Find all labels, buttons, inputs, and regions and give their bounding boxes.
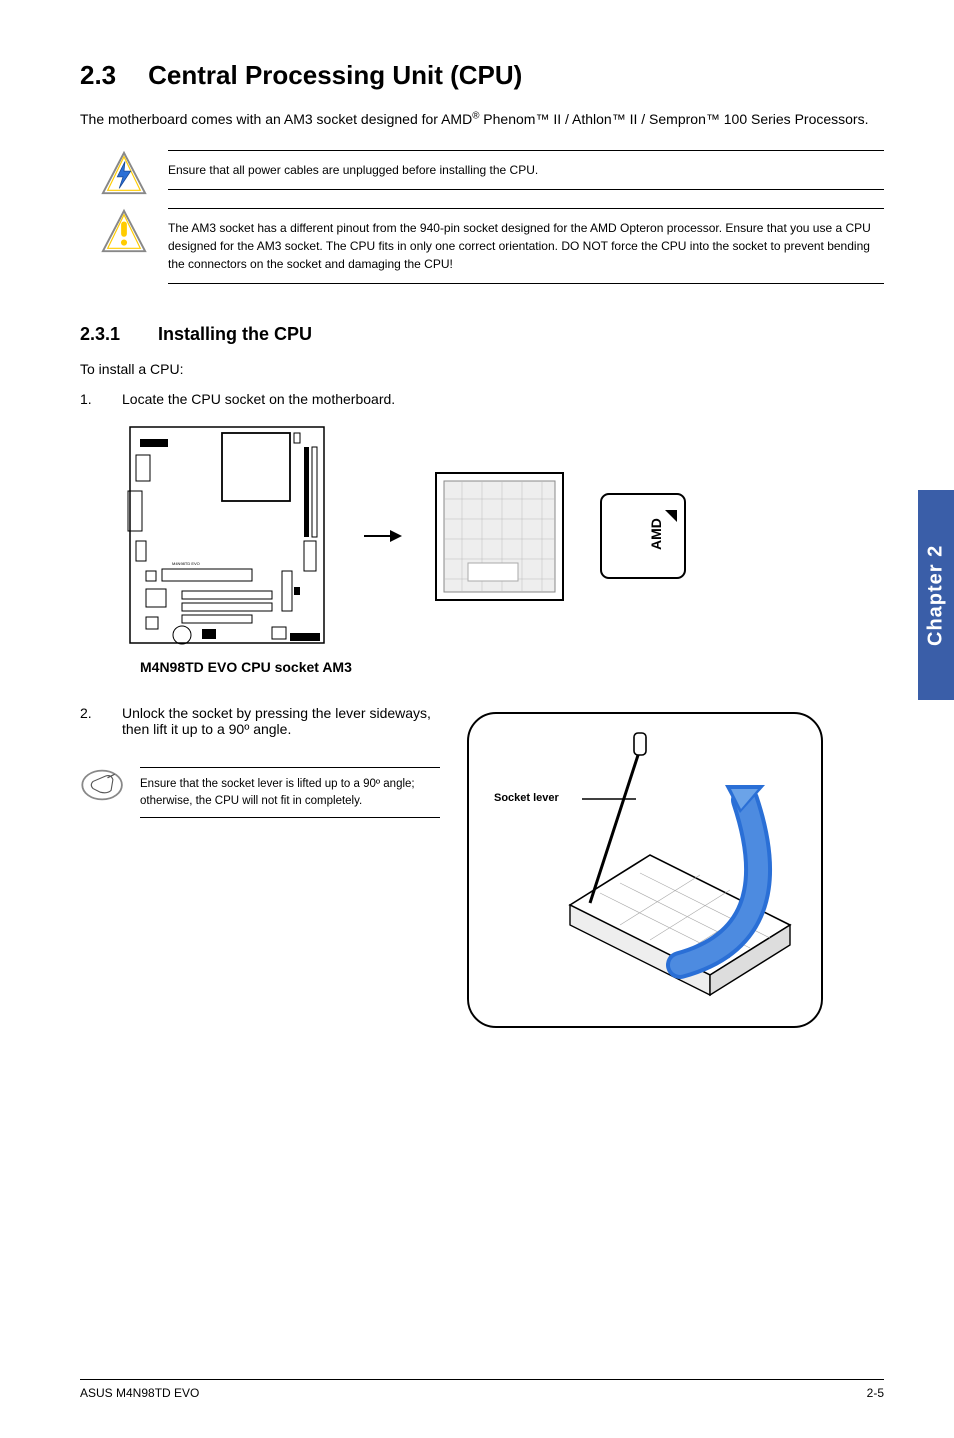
section-title: 2.3 Central Processing Unit (CPU): [80, 60, 884, 91]
svg-text:AMD: AMD: [648, 518, 664, 550]
page-footer: ASUS M4N98TD EVO 2-5: [80, 1379, 884, 1400]
step-2-note-text: Ensure that the socket lever is lifted u…: [140, 767, 440, 818]
step-1: 1. Locate the CPU socket on the motherbo…: [80, 391, 884, 407]
section-number: 2.3: [80, 60, 116, 91]
intro-paragraph: The motherboard comes with an AM3 socket…: [80, 109, 884, 130]
footer-right: 2-5: [867, 1386, 884, 1400]
callout-warning-text: Ensure that all power cables are unplugg…: [168, 150, 884, 190]
board-illustration-area: M4N98TD EVO: [80, 421, 884, 651]
intro-part1: The motherboard comes with an AM3 socket…: [80, 111, 472, 127]
callout-caution-text: The AM3 socket has a different pinout fr…: [168, 208, 884, 284]
step-2-number: 2.: [80, 705, 122, 737]
footer-left: ASUS M4N98TD EVO: [80, 1386, 199, 1400]
motherboard-diagram-icon: M4N98TD EVO: [122, 421, 332, 651]
svg-text:M4N98TD EVO: M4N98TD EVO: [172, 561, 200, 566]
amd-cpu-chip-icon: AMD: [597, 490, 689, 582]
step-2: 2. Unlock the socket by pressing the lev…: [80, 705, 440, 737]
chapter-tab: Chapter 2: [918, 490, 954, 700]
step-2-text: Unlock the socket by pressing the lever …: [122, 705, 440, 737]
subsection-number: 2.3.1: [80, 324, 120, 345]
step-2-note: Ensure that the socket lever is lifted u…: [80, 767, 440, 818]
socket-lever-diagram-icon: [460, 705, 830, 1035]
subsection-title: 2.3.1 Installing the CPU: [80, 324, 884, 345]
section-name: Central Processing Unit (CPU): [148, 60, 522, 90]
callout-caution: The AM3 socket has a different pinout fr…: [80, 208, 884, 284]
board-caption: M4N98TD EVO CPU socket AM3: [80, 659, 884, 675]
exclamation-caution-icon: [100, 208, 148, 256]
lightning-warning-icon: [100, 150, 148, 198]
intro-part2: Phenom™ II / Athlon™ II / Sempron™ 100 S…: [479, 111, 868, 127]
callout-warning: Ensure that all power cables are unplugg…: [80, 150, 884, 198]
cpu-socket-closeup-icon: [432, 469, 567, 604]
step-1-text: Locate the CPU socket on the motherboard…: [122, 391, 395, 407]
subsection-name: Installing the CPU: [158, 324, 312, 344]
socket-lever-label: Socket lever: [494, 792, 559, 804]
arrow-right-icon: [362, 526, 402, 546]
note-hand-icon: [80, 767, 126, 803]
step-1-number: 1.: [80, 391, 122, 407]
prestep-text: To install a CPU:: [80, 361, 884, 377]
